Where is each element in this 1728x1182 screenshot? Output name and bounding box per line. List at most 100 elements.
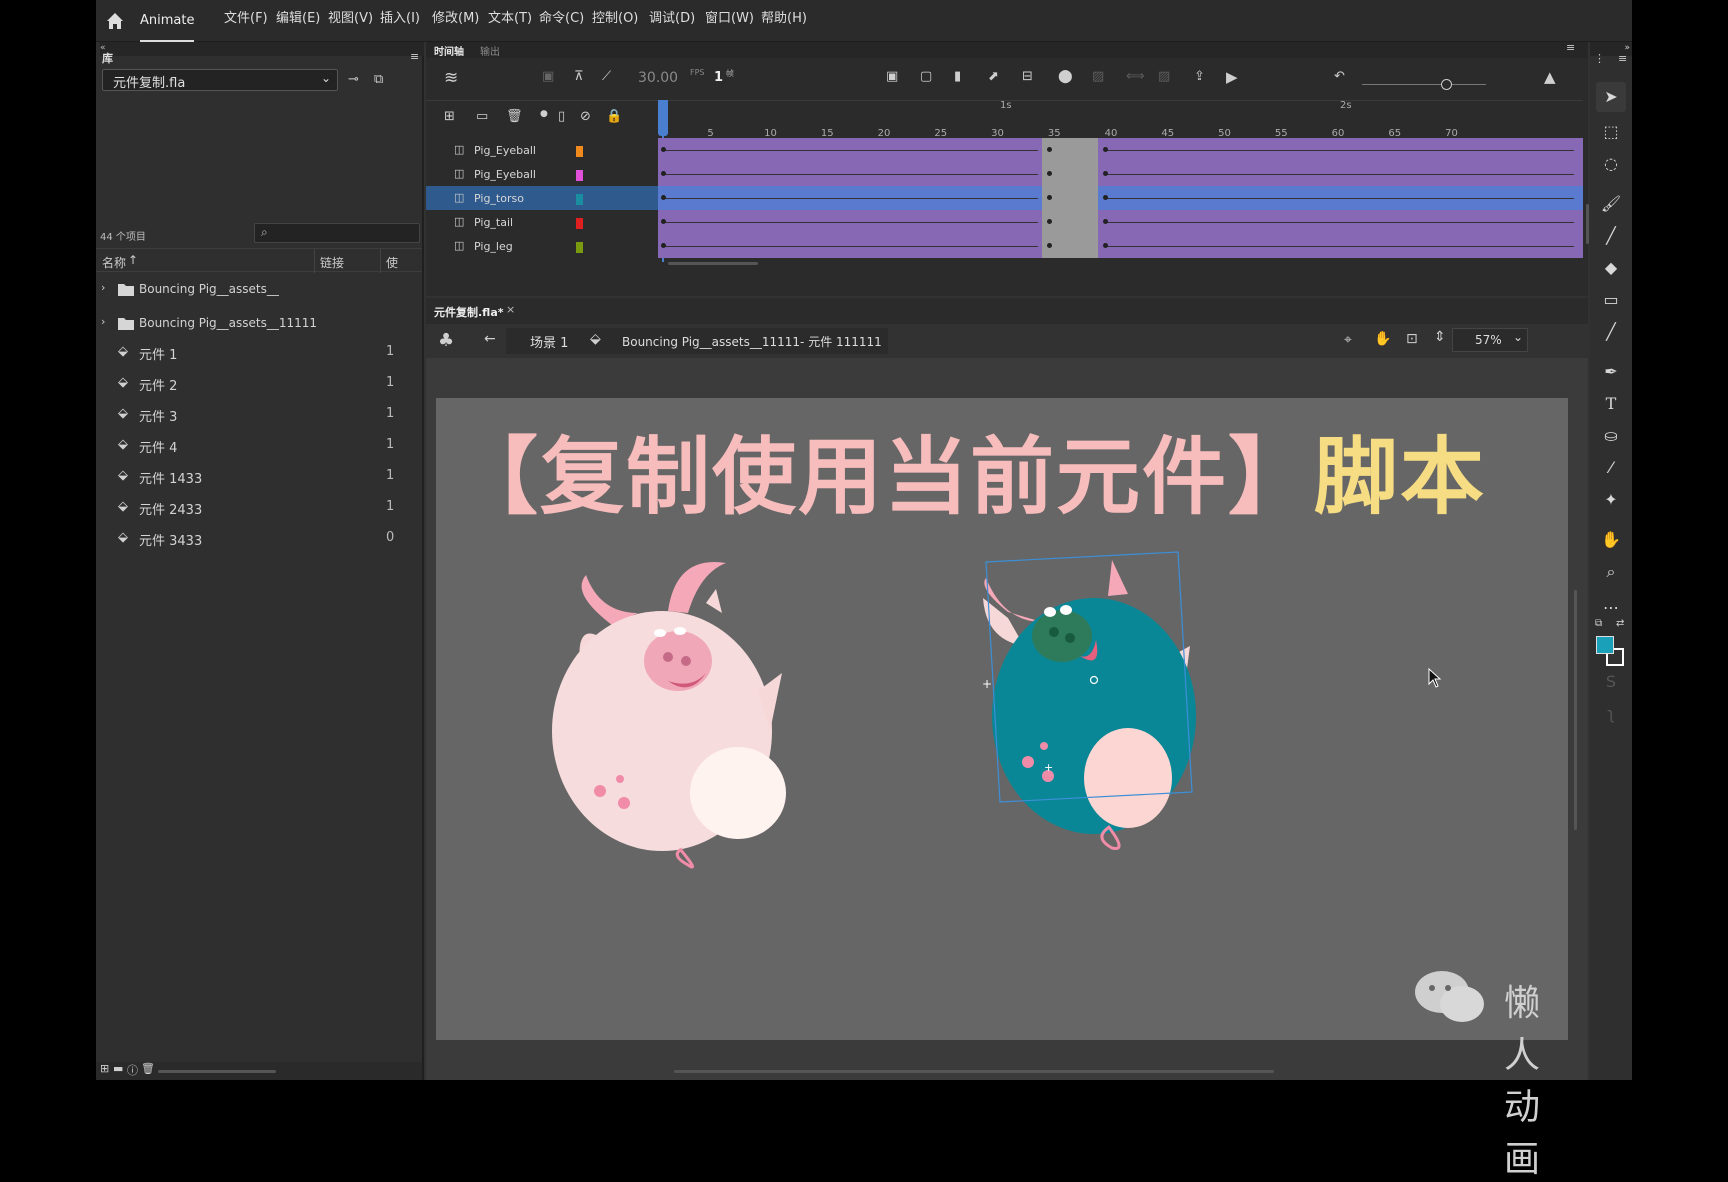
paint-brush-tool[interactable]: 🖌	[1599, 192, 1623, 216]
pig-illustration-left[interactable]	[550, 553, 810, 873]
back-arrow-icon[interactable]: ←	[484, 331, 496, 347]
pig-illustration-right-selected[interactable]: + +	[978, 548, 1218, 868]
lock-icon[interactable]: 🔒	[606, 109, 622, 124]
timeline-v-scrollbar[interactable]	[1586, 204, 1589, 244]
layer-parenting-icon[interactable]: ⊼	[574, 69, 584, 84]
keyframe[interactable]	[661, 219, 666, 224]
library-search-input[interactable]: ⌕	[254, 223, 420, 243]
fps-value[interactable]: 30.00	[638, 70, 678, 86]
panel-grip-icon[interactable]: ⋮	[1594, 52, 1605, 65]
keyframe[interactable]	[1047, 195, 1052, 200]
snap-icon[interactable]: S	[1599, 670, 1623, 694]
column-name[interactable]: 名称	[102, 254, 126, 271]
menu-file[interactable]: 文件(F)	[224, 0, 268, 42]
keyframe[interactable]	[661, 147, 666, 152]
layer-row[interactable]: ◫ Pig_Eyeball	[426, 138, 658, 164]
keyframe[interactable]	[1103, 195, 1108, 200]
swap-colors-icon[interactable]: ⇄	[1616, 618, 1624, 629]
layer-color-swatch[interactable]	[576, 170, 583, 181]
play-icon[interactable]: ▶	[1226, 68, 1238, 86]
eyedropper-tool[interactable]: ⁄	[1599, 456, 1623, 480]
keyframe[interactable]	[1103, 243, 1108, 248]
menu-edit[interactable]: 编辑(E)	[276, 0, 320, 42]
keyframe[interactable]	[661, 195, 666, 200]
menu-insert[interactable]: 插入(I)	[380, 0, 420, 42]
menu-text[interactable]: 文本(T)	[488, 0, 532, 42]
menu-commands[interactable]: 命令(C)	[539, 0, 584, 42]
hide-layer-icon[interactable]: ⊘	[580, 109, 591, 124]
paint-bucket-tool[interactable]: ⛀	[1599, 424, 1623, 448]
sync-icon[interactable]: ▨	[1158, 69, 1170, 84]
layer-name[interactable]: Pig_Eyeball	[474, 144, 536, 157]
layer-frames[interactable]	[658, 210, 1583, 234]
insert-frame-icon[interactable]: ▮	[954, 69, 961, 84]
free-transform-tool[interactable]: ⬚	[1599, 120, 1623, 144]
breadcrumb-scene[interactable]: 场景 1	[530, 332, 568, 351]
library-tab[interactable]: 库	[102, 50, 113, 66]
layer-frames[interactable]	[658, 234, 1583, 258]
onion-skin-icon[interactable]: ⬤	[1058, 69, 1073, 84]
rectangle-tool[interactable]: ▭	[1599, 288, 1623, 312]
layer-frames[interactable]	[658, 162, 1583, 186]
menu-modify[interactable]: 修改(M)	[432, 0, 479, 42]
edit-multiple-icon[interactable]: ▨	[1092, 69, 1104, 84]
library-item-symbol[interactable]: ⬙ 元件 1 1	[96, 335, 424, 369]
app-name-tab[interactable]: Animate	[140, 0, 195, 42]
close-tab-icon[interactable]: ×	[506, 303, 515, 316]
library-scrollbar[interactable]	[158, 1070, 276, 1073]
stroke-color-swatch[interactable]	[1596, 636, 1614, 654]
layer-row[interactable]: ◫ Pig_tail	[426, 210, 658, 236]
sort-asc-icon[interactable]: ↑	[128, 253, 138, 267]
library-item-symbol[interactable]: ⬙ 元件 2 1	[96, 366, 424, 400]
stage[interactable]: 【复制使用当前元件】脚本 + + 懒人动画	[436, 398, 1568, 1180]
stage-v-scrollbar[interactable]	[1574, 590, 1577, 830]
library-file-select[interactable]: 元件复制.fla ⌄	[102, 69, 338, 91]
layers-icon[interactable]: ≋	[444, 68, 458, 88]
library-item-folder[interactable]: › Bouncing Pig__assets__	[96, 273, 424, 307]
pen-tool[interactable]: ✒	[1599, 360, 1623, 384]
zoom-tool[interactable]: ⌕	[1599, 560, 1623, 584]
column-use-count[interactable]: 使	[386, 254, 398, 271]
keyframe[interactable]	[1103, 171, 1108, 176]
new-folder-icon[interactable]: ▭	[476, 109, 488, 124]
keyframe[interactable]	[1103, 219, 1108, 224]
layer-name[interactable]: Pig_Eyeball	[474, 168, 536, 181]
insert-keyframe-icon[interactable]: ▣	[886, 69, 898, 84]
loop-icon[interactable]: ⟺	[1126, 69, 1145, 84]
menu-window[interactable]: 窗口(W)	[705, 0, 754, 42]
library-item-symbol[interactable]: ⬙ 元件 3433 0	[96, 521, 424, 555]
library-item-symbol[interactable]: ⬙ 元件 3 1	[96, 397, 424, 431]
graph-icon[interactable]: ⟋	[602, 69, 611, 84]
layer-color-swatch[interactable]	[576, 242, 583, 253]
chevron-right-icon[interactable]: ›	[101, 281, 105, 294]
stage-h-scrollbar[interactable]	[674, 1070, 1274, 1073]
library-item-symbol[interactable]: ⬙ 元件 4 1	[96, 428, 424, 462]
undo-icon[interactable]: ↶	[1334, 69, 1345, 84]
new-folder-icon[interactable]: ▬	[113, 1062, 123, 1075]
panel-menu-icon[interactable]: ≡	[410, 50, 419, 63]
outline-icon[interactable]: ▯	[558, 109, 565, 124]
motion-tween-icon[interactable]: ⬈	[988, 69, 999, 84]
pin-tool[interactable]: ✦	[1599, 488, 1623, 512]
remove-tween-icon[interactable]: ⊟	[1022, 69, 1033, 84]
layer-row[interactable]: ◫ Pig_torso	[426, 186, 658, 212]
keyframe[interactable]	[661, 243, 666, 248]
keyframe[interactable]	[661, 171, 666, 176]
smooth-icon[interactable]: ʅ	[1599, 702, 1623, 726]
layer-color-swatch[interactable]	[576, 218, 583, 229]
eraser-tool[interactable]: ◆	[1599, 256, 1623, 280]
clip-stage-icon[interactable]: ⊡	[1406, 331, 1418, 347]
tab-output[interactable]: 输出	[480, 43, 500, 58]
layer-frames[interactable]	[658, 138, 1583, 162]
hand-tool[interactable]: ✋	[1599, 528, 1623, 552]
default-colors-icon[interactable]: ⧉	[1595, 618, 1602, 629]
zoom-slider-knob[interactable]	[1441, 79, 1452, 90]
properties-icon[interactable]: ⓘ	[127, 1062, 138, 1078]
keyframe[interactable]	[1047, 171, 1052, 176]
stepper-icon[interactable]: ⇕	[1434, 329, 1446, 345]
keyframe[interactable]	[1047, 243, 1052, 248]
line-tool[interactable]: ╱	[1599, 320, 1623, 344]
new-library-panel-icon[interactable]: ⧉	[374, 72, 383, 87]
selection-tool[interactable]: ➤	[1596, 82, 1626, 112]
highlight-icon[interactable]: ●	[540, 109, 548, 119]
